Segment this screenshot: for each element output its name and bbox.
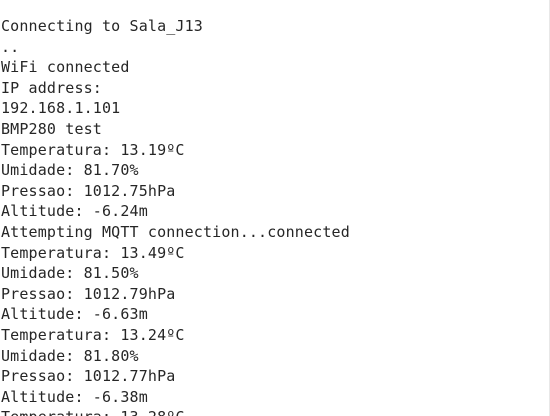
output-line: Temperatura: 13.49ºC [1, 243, 185, 262]
output-line: IP address: [1, 78, 102, 97]
output-line-list: Connecting to Sala_J13 .. WiFi connected… [1, 16, 350, 416]
output-line: Pressao: 1012.79hPa [1, 284, 176, 303]
output-line: Connecting to Sala_J13 [1, 17, 203, 35]
output-line: Temperatura: 13.24ºC [1, 325, 185, 344]
output-line: Altitude: -6.24m [1, 202, 148, 221]
output-line: Pressao: 1012.75hPa [1, 181, 176, 200]
output-line: Altitude: -6.63m [1, 305, 148, 324]
output-line: 192.168.1.101 [1, 99, 121, 118]
serial-monitor-output[interactable]: Connecting to Sala_J13 .. WiFi connected… [0, 0, 550, 416]
output-line: WiFi connected [1, 58, 130, 77]
output-line: Attempting MQTT connection...connected [1, 222, 350, 241]
output-line: Temperatura: 13.28ºC [1, 407, 350, 416]
output-line: Temperatura: 13.19ºC [1, 140, 185, 159]
output-line: Umidade: 81.70% [1, 161, 139, 180]
output-line: Pressao: 1012.77hPa [1, 367, 176, 386]
output-line: Umidade: 81.50% [1, 264, 139, 283]
output-line: BMP280 test [1, 119, 102, 138]
output-line: Altitude: -6.38m [1, 387, 148, 406]
output-line: Umidade: 81.80% [1, 346, 139, 365]
output-line: .. [1, 37, 20, 56]
